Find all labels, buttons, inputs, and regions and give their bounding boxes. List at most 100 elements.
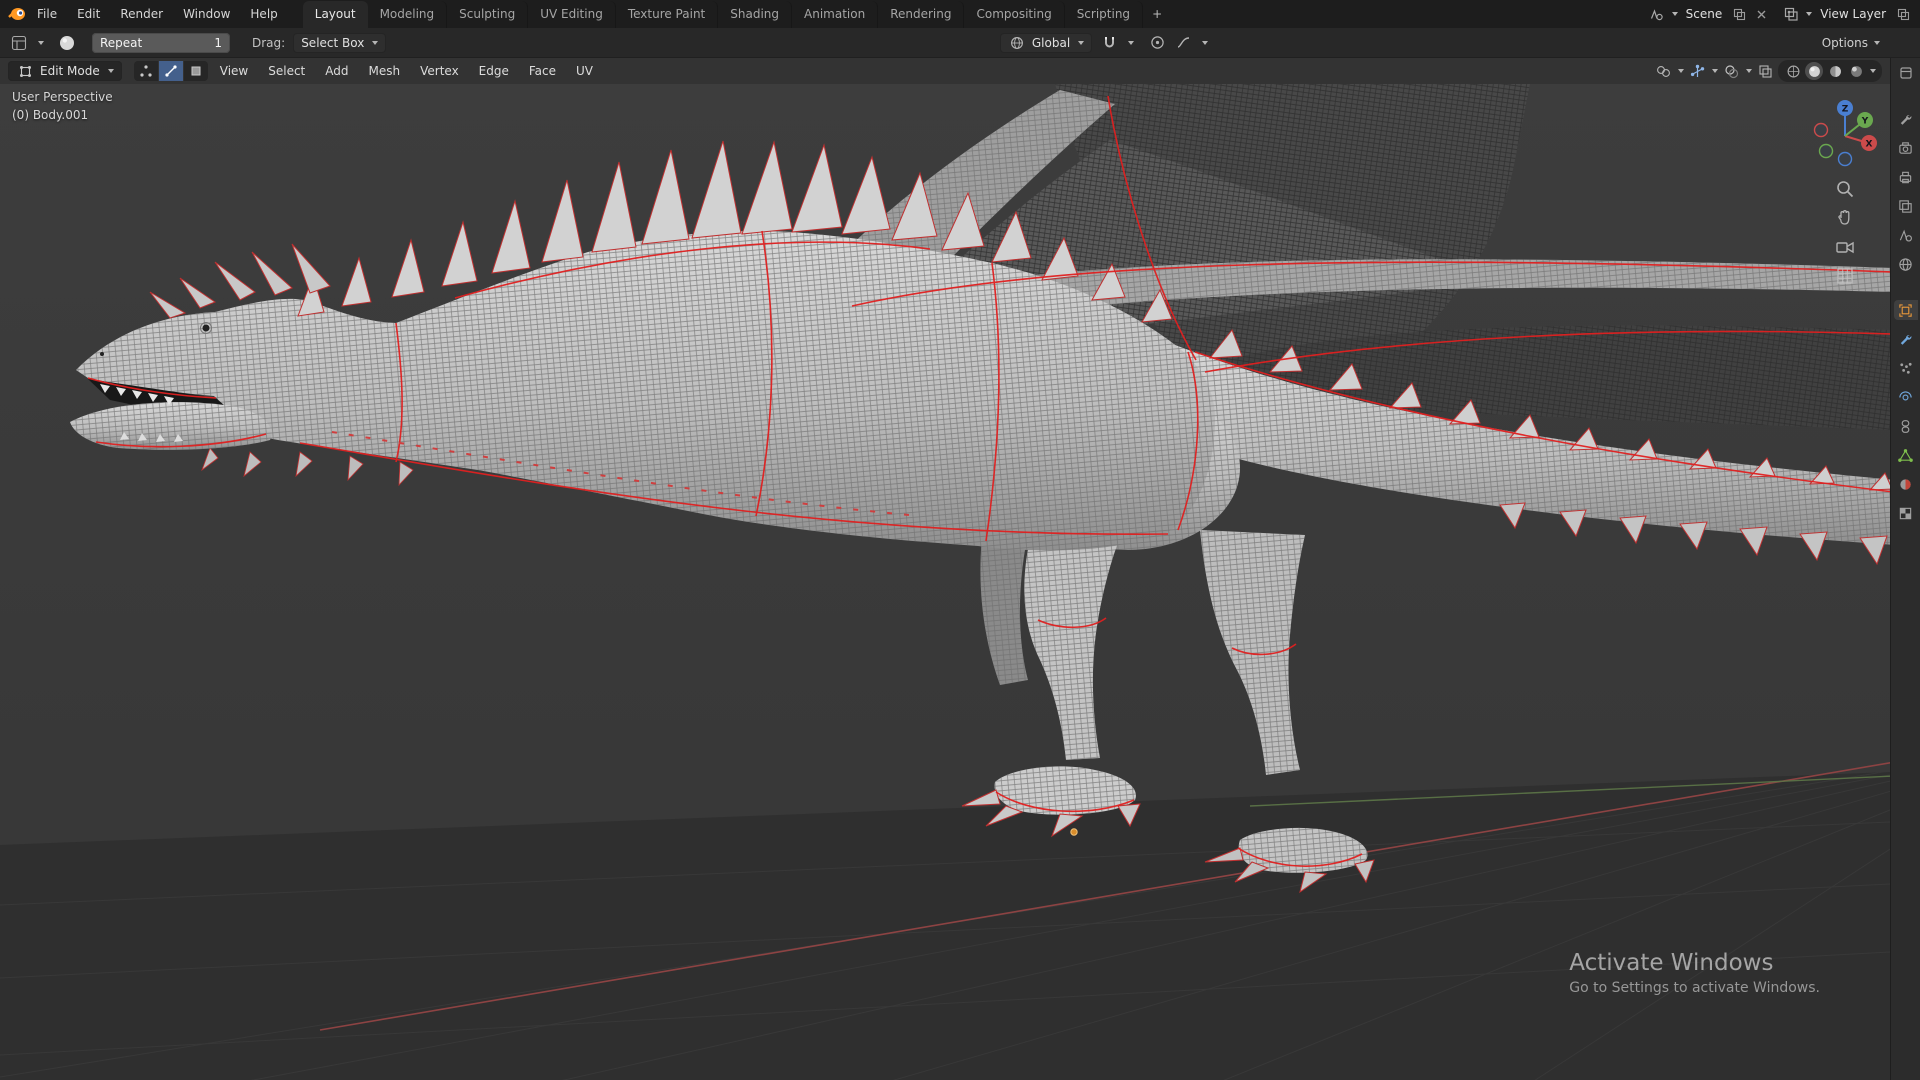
gizmo-x-label: X bbox=[1866, 140, 1873, 150]
tab-tool[interactable] bbox=[1894, 109, 1918, 129]
scene-browse-icon[interactable] bbox=[1648, 5, 1666, 23]
menu-view[interactable]: View bbox=[212, 61, 256, 81]
tab-texture[interactable] bbox=[1894, 503, 1918, 523]
menu-help[interactable]: Help bbox=[241, 4, 286, 24]
falloff-options-caret[interactable] bbox=[1202, 40, 1209, 45]
tab-modeling[interactable]: Modeling bbox=[368, 1, 448, 28]
tab-texture-paint[interactable]: Texture Paint bbox=[616, 1, 719, 28]
tool-settings-bar: Repeat 1 Drag: Select Box Global Options bbox=[0, 28, 1920, 58]
mode-dropdown[interactable]: Edit Mode bbox=[8, 61, 122, 81]
menu-face[interactable]: Face bbox=[521, 61, 564, 81]
select-mode-vertex-button[interactable] bbox=[133, 61, 158, 81]
menu-select[interactable]: Select bbox=[260, 61, 313, 81]
select-mode-face-button[interactable] bbox=[183, 61, 208, 81]
menu-edge[interactable]: Edge bbox=[471, 61, 517, 81]
3d-viewport[interactable]: User Perspective (0) Body.001 Z X Y Acti… bbox=[0, 84, 1890, 1080]
view-layer-name[interactable]: View Layer bbox=[1816, 7, 1890, 21]
menu-file[interactable]: File bbox=[28, 4, 66, 24]
blender-logo-icon[interactable] bbox=[8, 5, 26, 23]
view-perspective-label: User Perspective bbox=[12, 90, 113, 104]
select-mode-edge-button[interactable] bbox=[158, 61, 183, 81]
drag-mode-dropdown[interactable]: Select Box bbox=[293, 32, 387, 53]
active-tool-icon[interactable] bbox=[58, 34, 76, 52]
camera-view-icon[interactable] bbox=[1835, 237, 1855, 257]
transform-orientation-dropdown[interactable]: Global bbox=[999, 32, 1093, 53]
tab-constraints[interactable] bbox=[1894, 416, 1918, 436]
edit-mode-icon bbox=[16, 62, 34, 80]
tab-object[interactable] bbox=[1893, 300, 1918, 320]
drag-label: Drag: bbox=[252, 35, 286, 50]
scene-selector: Scene bbox=[1648, 5, 1771, 23]
add-workspace-button[interactable]: + bbox=[1143, 1, 1171, 28]
tab-compositing[interactable]: Compositing bbox=[964, 1, 1065, 28]
pan-hand-icon[interactable] bbox=[1835, 208, 1855, 228]
tab-material[interactable] bbox=[1894, 474, 1918, 494]
overlays-options-caret[interactable] bbox=[1746, 69, 1752, 73]
shading-material-icon[interactable] bbox=[1826, 62, 1844, 80]
proportional-editing-icon[interactable] bbox=[1148, 34, 1166, 52]
menu-render[interactable]: Render bbox=[111, 4, 172, 24]
view-layer-icon[interactable] bbox=[1782, 5, 1800, 23]
gizmo-options-caret[interactable] bbox=[1712, 69, 1718, 73]
overlays-icon[interactable] bbox=[1722, 62, 1740, 80]
scene-duplicate-icon[interactable] bbox=[1730, 5, 1748, 23]
shading-mode-buttons bbox=[1778, 60, 1882, 82]
menu-vertex[interactable]: Vertex bbox=[412, 61, 467, 81]
tab-scripting[interactable]: Scripting bbox=[1065, 1, 1144, 28]
repeat-field[interactable]: Repeat 1 bbox=[92, 32, 230, 53]
scene-name[interactable]: Scene bbox=[1682, 7, 1727, 21]
orientation-globe-icon bbox=[1008, 34, 1026, 52]
tab-particles[interactable] bbox=[1894, 358, 1918, 378]
tab-physics[interactable] bbox=[1894, 387, 1918, 407]
properties-editor-type-button[interactable] bbox=[1894, 63, 1918, 83]
shading-solid-icon[interactable] bbox=[1805, 62, 1823, 80]
topbar: File Edit Render Window Help Layout Mode… bbox=[0, 0, 1920, 28]
properties-editor-tabs bbox=[1890, 58, 1920, 1080]
tab-world[interactable] bbox=[1894, 254, 1918, 274]
tab-sculpting[interactable]: Sculpting bbox=[447, 1, 529, 28]
tab-object-data[interactable] bbox=[1894, 445, 1918, 465]
zoom-icon[interactable] bbox=[1835, 179, 1855, 199]
tab-layout[interactable]: Layout bbox=[302, 1, 368, 28]
tab-output[interactable] bbox=[1894, 167, 1918, 187]
viewport-canvas[interactable] bbox=[0, 84, 1890, 1080]
viewport-header: Edit Mode View Select Add Mesh Vertex Ed… bbox=[0, 58, 1890, 84]
tab-rendering[interactable]: Rendering bbox=[878, 1, 965, 28]
show-object-types-caret[interactable] bbox=[1678, 69, 1684, 73]
editor-type-button[interactable] bbox=[10, 34, 28, 52]
shading-wireframe-icon[interactable] bbox=[1784, 62, 1802, 80]
menu-add[interactable]: Add bbox=[317, 61, 356, 81]
gizmo-y-label: Y bbox=[1861, 117, 1869, 127]
tab-uv-editing[interactable]: UV Editing bbox=[528, 1, 616, 28]
menu-window[interactable]: Window bbox=[174, 4, 239, 24]
options-dropdown[interactable]: Options bbox=[1822, 36, 1881, 50]
show-object-types-icon[interactable] bbox=[1654, 62, 1672, 80]
tab-scene[interactable] bbox=[1894, 225, 1918, 245]
repeat-value: 1 bbox=[214, 35, 222, 50]
xray-toggle-icon[interactable] bbox=[1756, 62, 1774, 80]
repeat-label: Repeat bbox=[100, 35, 143, 50]
snap-options-caret[interactable] bbox=[1128, 40, 1135, 45]
snap-magnet-icon[interactable] bbox=[1100, 34, 1118, 52]
view-layer-duplicate-icon[interactable] bbox=[1894, 5, 1912, 23]
shading-rendered-icon[interactable] bbox=[1847, 62, 1865, 80]
tab-shading[interactable]: Shading bbox=[718, 1, 792, 28]
menu-uv[interactable]: UV bbox=[568, 61, 601, 81]
dragon-model[interactable] bbox=[70, 84, 1890, 894]
tab-view-layer[interactable] bbox=[1894, 196, 1918, 216]
menu-edit[interactable]: Edit bbox=[68, 4, 109, 24]
view-layer-selector: View Layer bbox=[1782, 5, 1912, 23]
menu-mesh[interactable]: Mesh bbox=[361, 61, 409, 81]
show-gizmo-icon[interactable] bbox=[1688, 62, 1706, 80]
tab-modifiers[interactable] bbox=[1894, 329, 1918, 349]
watermark-subtitle: Go to Settings to activate Windows. bbox=[1569, 980, 1820, 996]
navigation-gizmo[interactable]: Z X Y bbox=[1808, 96, 1882, 170]
gizmo-z-label: Z bbox=[1842, 105, 1849, 115]
scene-unlink-icon[interactable] bbox=[1752, 5, 1770, 23]
tab-animation[interactable]: Animation bbox=[792, 1, 879, 28]
ortho-grid-icon[interactable] bbox=[1835, 266, 1855, 286]
tab-render[interactable] bbox=[1894, 138, 1918, 158]
watermark-title: Activate Windows bbox=[1569, 950, 1774, 976]
proportional-falloff-icon[interactable] bbox=[1174, 34, 1192, 52]
shading-options-caret[interactable] bbox=[1870, 69, 1876, 73]
